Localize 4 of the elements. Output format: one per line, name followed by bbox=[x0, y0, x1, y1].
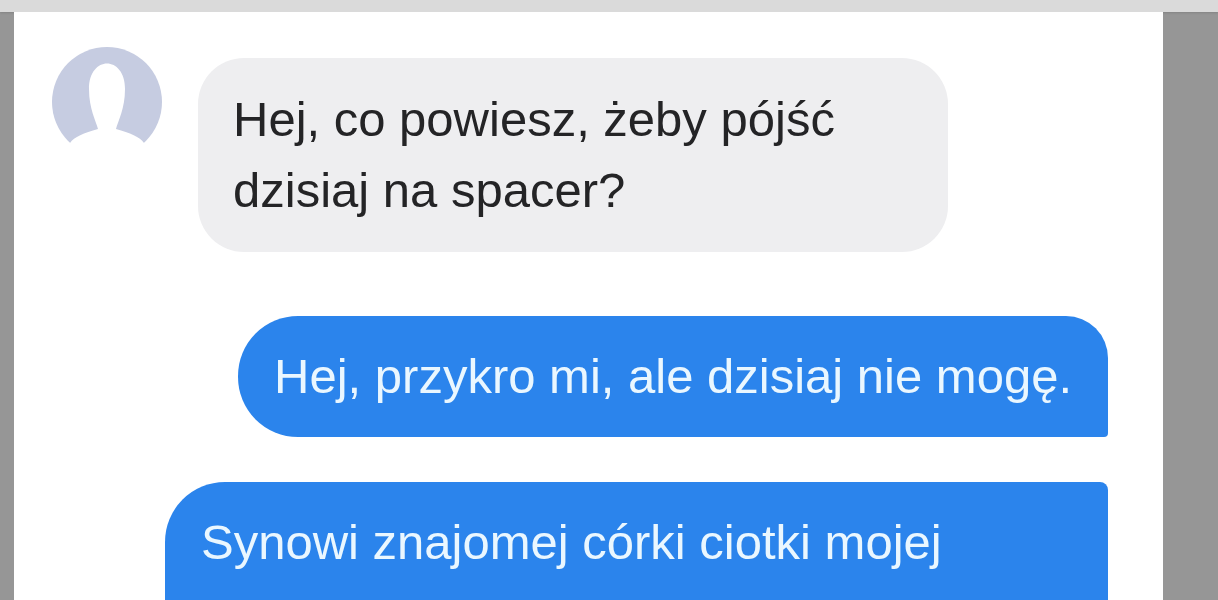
message-text: Hej, przykro mi, ale dzisiaj nie mogę. bbox=[274, 348, 1072, 405]
avatar-icon bbox=[52, 47, 162, 143]
message-text: Hej, co powiesz, żeby pójść dzisiaj na spacer? bbox=[233, 91, 836, 219]
message-text: Synowi znajomej córki ciotki mojej bbox=[201, 514, 942, 571]
